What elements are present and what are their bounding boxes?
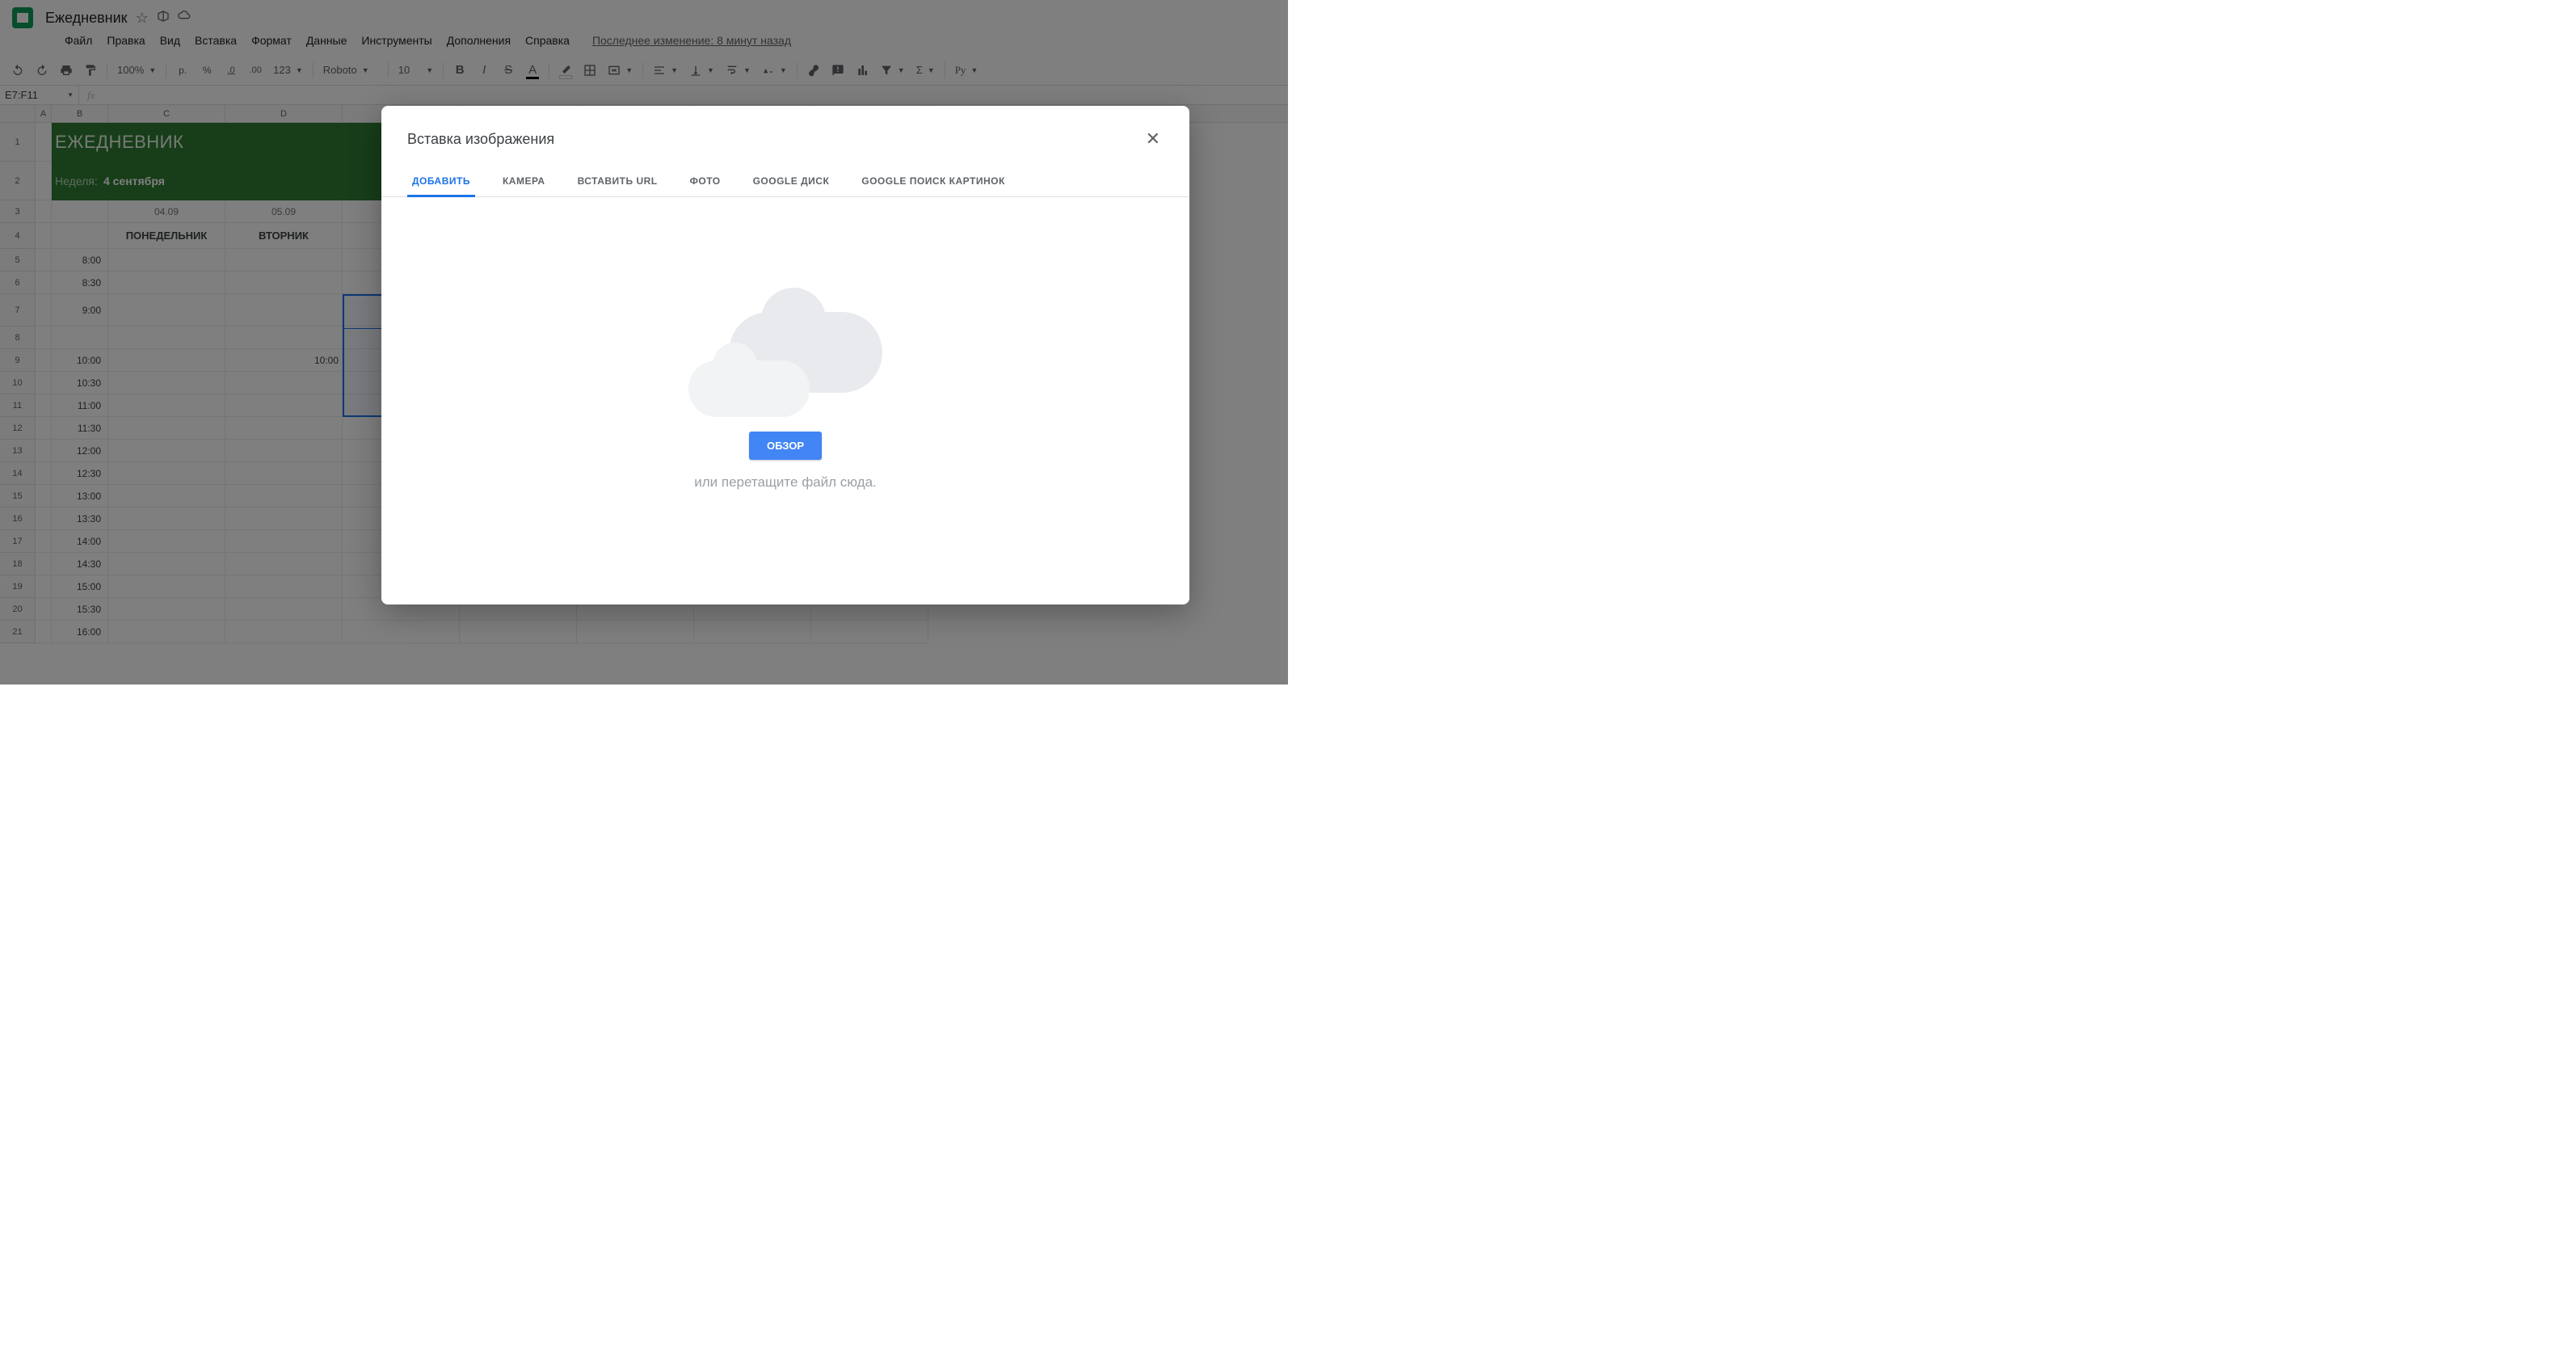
modal-title: Вставка изображения <box>407 131 554 148</box>
insert-image-modal: Вставка изображения ✕ ДОБАВИТЬ КАМЕРА ВС… <box>381 106 1189 604</box>
tab-camera[interactable]: КАМЕРА <box>498 167 550 197</box>
tab-drive[interactable]: GOOGLE ДИСК <box>748 167 835 197</box>
modal-header: Вставка изображения ✕ <box>381 106 1189 159</box>
modal-tabs: ДОБАВИТЬ КАМЕРА ВСТАВИТЬ URL ФОТО GOOGLE… <box>381 159 1189 197</box>
modal-body: ОБЗОР или перетащите файл сюда. <box>381 197 1189 604</box>
tab-photos[interactable]: ФОТО <box>685 167 726 197</box>
browse-button[interactable]: ОБЗОР <box>749 432 822 460</box>
tab-upload[interactable]: ДОБАВИТЬ <box>407 167 475 197</box>
drop-hint-text: или перетащите файл сюда. <box>694 474 877 491</box>
tab-url[interactable]: ВСТАВИТЬ URL <box>573 167 663 197</box>
modal-close-button[interactable]: ✕ <box>1143 125 1164 153</box>
tab-image-search[interactable]: GOOGLE ПОИСК КАРТИНОК <box>857 167 1010 197</box>
cloud-illustration-icon <box>688 312 882 417</box>
